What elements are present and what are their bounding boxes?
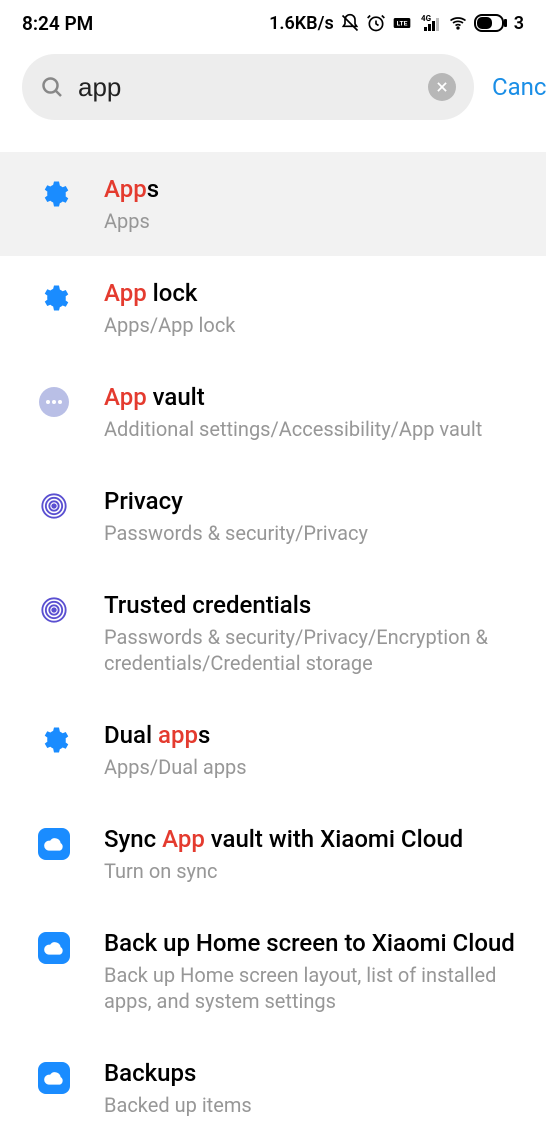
result-title: Sync App vault with Xiaomi Cloud bbox=[104, 824, 536, 854]
gear-icon bbox=[39, 283, 69, 313]
result-title: Dual apps bbox=[104, 720, 536, 750]
svg-text:4G: 4G bbox=[421, 14, 432, 23]
search-result-item[interactable]: Dual apps Apps/Dual apps bbox=[0, 698, 546, 802]
search-input[interactable] bbox=[78, 72, 414, 103]
result-subtitle: Apps/Dual apps bbox=[104, 754, 536, 780]
alarm-icon bbox=[366, 13, 386, 33]
search-results-list: Apps Apps App lock Apps/App lock App vault Ad… bbox=[0, 152, 546, 1140]
result-title: Privacy bbox=[104, 486, 536, 516]
result-subtitle: Back up Home screen layout, list of inst… bbox=[104, 962, 536, 1014]
dots-icon bbox=[39, 387, 69, 417]
result-subtitle: Backed up items bbox=[104, 1092, 536, 1118]
gear-icon bbox=[39, 725, 69, 755]
result-subtitle: Apps bbox=[104, 208, 536, 234]
search-result-item[interactable]: Sync App vault with Xiaomi Cloud Turn on … bbox=[0, 802, 546, 906]
result-title: App lock bbox=[104, 278, 536, 308]
result-title: App vault bbox=[104, 382, 536, 412]
signal-icon: 4G bbox=[418, 13, 442, 33]
search-row: Cancel bbox=[0, 40, 546, 134]
search-result-item[interactable]: Trusted credentials Passwords & security/… bbox=[0, 568, 546, 698]
fingerprint-icon bbox=[40, 492, 68, 520]
status-bar: 8:24 PM 1.6KB/s LTE 4G 3 bbox=[0, 0, 546, 40]
search-field[interactable] bbox=[22, 54, 474, 120]
search-result-item[interactable]: Apps Apps bbox=[0, 152, 546, 256]
dnd-icon bbox=[340, 13, 360, 33]
result-title: Back up Home screen to Xiaomi Cloud bbox=[104, 928, 536, 958]
result-title: Backups bbox=[104, 1058, 536, 1088]
search-result-item[interactable]: Privacy Passwords & security/Privacy bbox=[0, 464, 546, 568]
result-subtitle: Apps/App lock bbox=[104, 312, 536, 338]
cancel-button[interactable]: Cancel bbox=[492, 73, 546, 101]
cloud-icon bbox=[38, 1062, 70, 1094]
result-subtitle: Passwords & security/Privacy bbox=[104, 520, 536, 546]
svg-text:LTE: LTE bbox=[396, 20, 407, 28]
status-right: 1.6KB/s LTE 4G 3 bbox=[269, 13, 524, 34]
search-result-item[interactable]: App lock Apps/App lock bbox=[0, 256, 546, 360]
search-result-item[interactable]: Back up Home screen to Xiaomi Cloud Back … bbox=[0, 906, 546, 1036]
search-icon bbox=[40, 75, 64, 99]
cloud-icon bbox=[38, 828, 70, 860]
result-title: Apps bbox=[104, 174, 536, 204]
result-title: Trusted credentials bbox=[104, 590, 536, 620]
result-subtitle: Passwords & security/Privacy/Encryption … bbox=[104, 624, 536, 676]
battery-text: 3 bbox=[514, 13, 524, 34]
result-subtitle: Turn on sync bbox=[104, 858, 536, 884]
search-result-item[interactable]: Backups Backed up items bbox=[0, 1036, 546, 1140]
wifi-icon bbox=[448, 13, 468, 33]
status-time: 8:24 PM bbox=[22, 12, 93, 35]
search-result-item[interactable]: App vault Additional settings/Accessibili… bbox=[0, 360, 546, 464]
gear-icon bbox=[39, 179, 69, 209]
cloud-icon bbox=[38, 932, 70, 964]
result-subtitle: Additional settings/Accessibility/App va… bbox=[104, 416, 536, 442]
status-net-speed: 1.6KB/s bbox=[269, 13, 334, 34]
fingerprint-icon bbox=[40, 596, 68, 624]
battery-icon bbox=[474, 14, 508, 32]
clear-search-button[interactable] bbox=[428, 73, 456, 101]
volte-icon: LTE bbox=[392, 13, 412, 33]
